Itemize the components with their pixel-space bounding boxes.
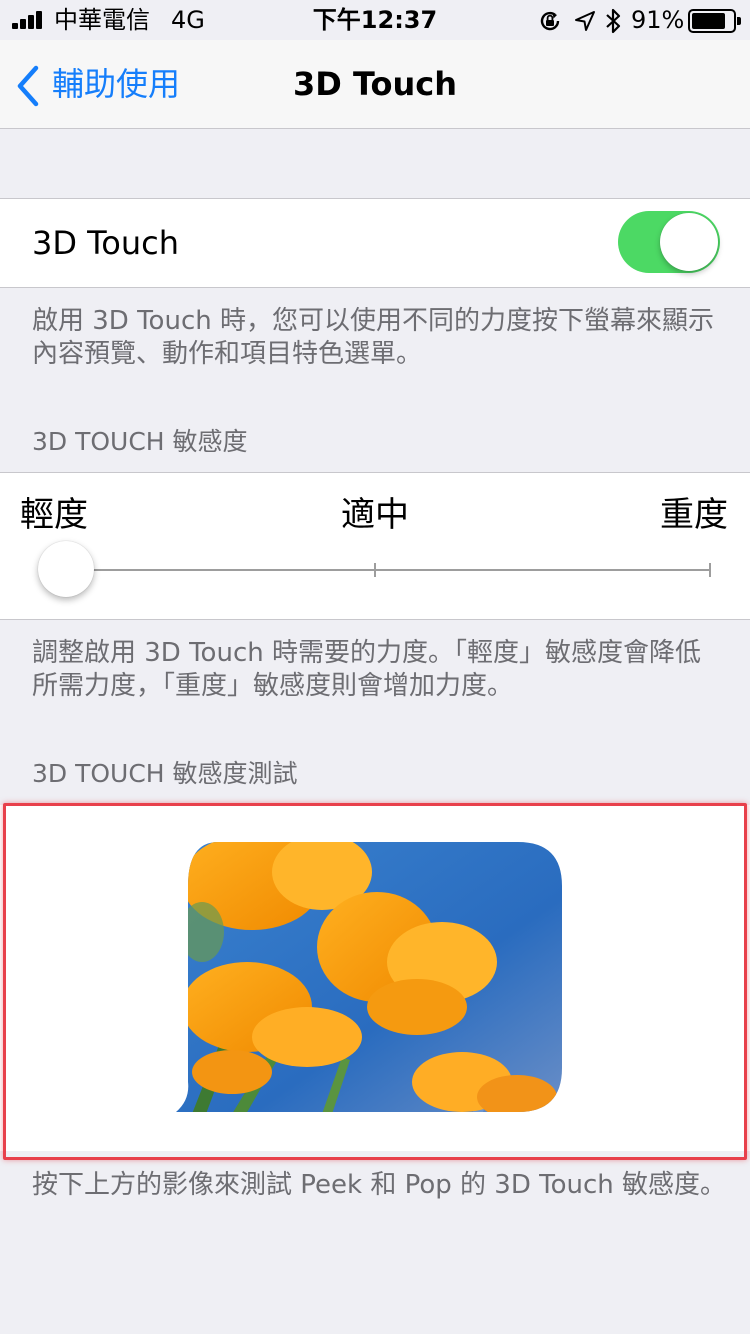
slider-tick-medium — [374, 563, 376, 577]
test-section-header: 3D TOUCH 敏感度測試 — [32, 759, 298, 788]
location-icon — [575, 11, 595, 31]
battery-icon — [688, 9, 741, 33]
sensitivity-label-firm: 重度 — [660, 495, 728, 535]
toggle-knob — [660, 213, 718, 271]
sensitivity-footer-line1: 調整啟用 3D Touch 時需要的力度。「輕度」敏感度會降低 — [32, 638, 701, 668]
sensitivity-slider-thumb[interactable] — [38, 541, 94, 597]
3d-touch-toggle[interactable] — [618, 211, 720, 273]
toggle-footer-line1: 啟用 3D Touch 時，您可以使用不同的力度按下螢幕來顯示 — [32, 306, 714, 336]
toggle-footer-line2: 內容預覽、動作和項目特色選單。 — [32, 339, 423, 369]
bluetooth-icon — [606, 8, 621, 34]
status-bar: 中華電信 4G 下午12:37 91% — [0, 0, 750, 40]
slider-tick-firm — [709, 563, 711, 577]
sensitivity-section-header: 3D TOUCH 敏感度 — [32, 427, 248, 456]
toggle-label: 3D Touch — [32, 224, 180, 262]
sensitivity-footer-line2: 所需力度，「重度」敏感度則會增加力度。 — [32, 671, 514, 701]
test-footer: 按下上方的影像來測試 Peek 和 Pop 的 3D Touch 敏感度。 — [32, 1170, 727, 1200]
navigation-bar: 輔助使用 3D Touch — [0, 40, 750, 129]
sensitivity-label-medium: 適中 — [341, 495, 409, 535]
sensitivity-slider-track[interactable] — [68, 569, 711, 571]
page-title: 3D Touch — [292, 65, 458, 103]
battery-percent: 91% — [631, 6, 685, 34]
highlight-box — [3, 803, 747, 1160]
orientation-lock-icon — [540, 11, 560, 31]
